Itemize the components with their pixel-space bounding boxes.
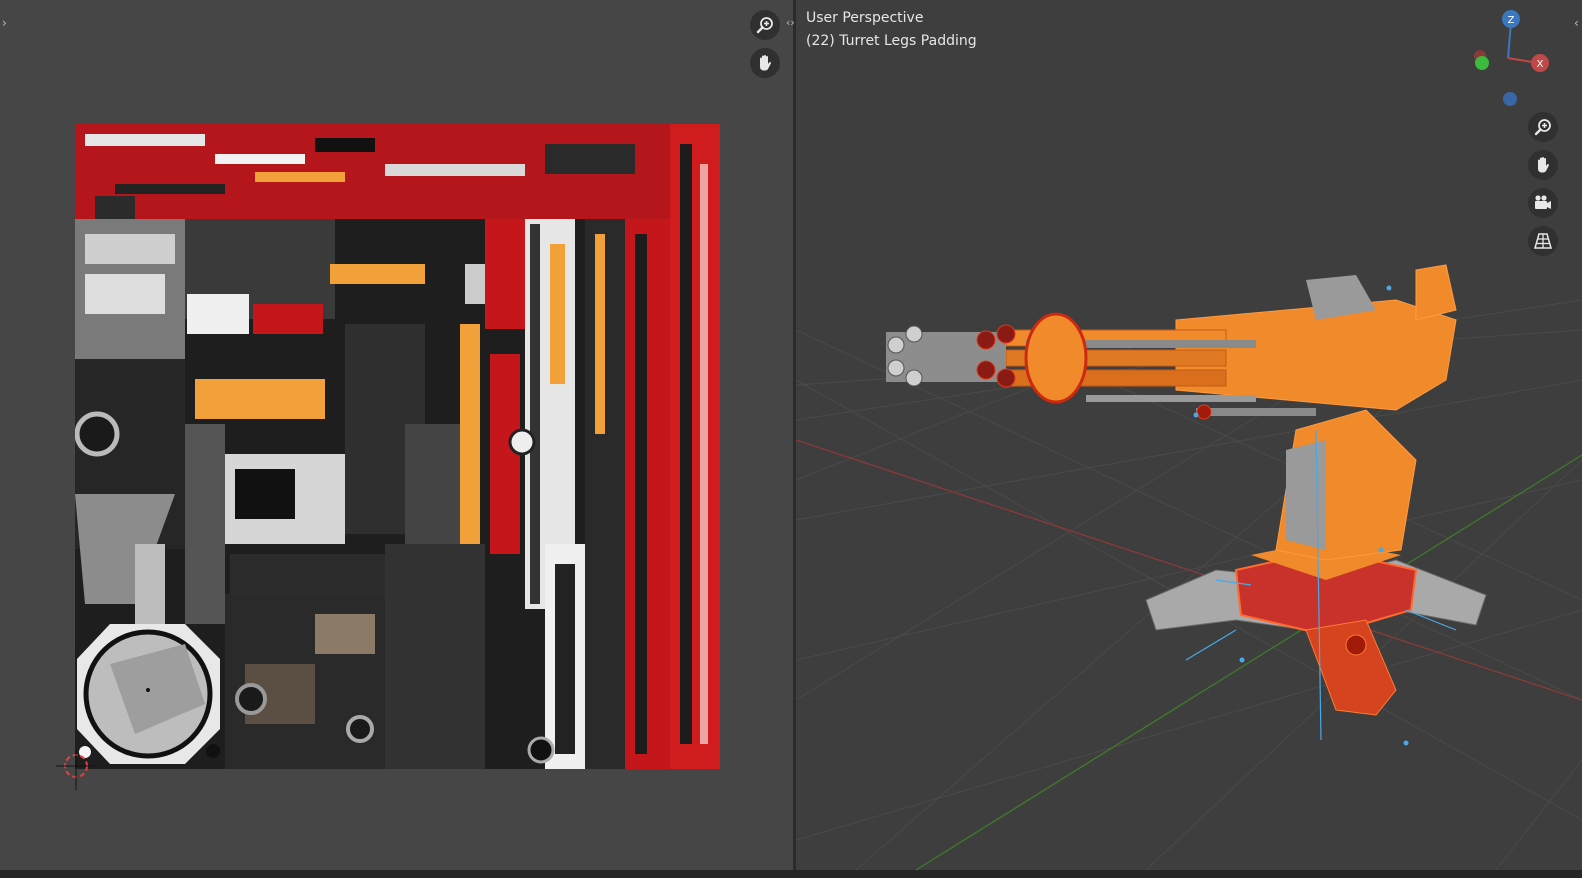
status-strip <box>0 870 1582 878</box>
camera-icon <box>1535 195 1551 209</box>
zoom-button[interactable] <box>750 10 780 40</box>
y-axis-handle[interactable] <box>1475 56 1489 70</box>
uv-editor[interactable]: › <box>0 0 793 870</box>
hand-icon <box>1538 157 1549 173</box>
view-name-label: User Perspective <box>806 10 924 26</box>
svg-text:X: X <box>1537 59 1544 70</box>
navigation-gizmo[interactable]: Z X <box>1468 8 1573 113</box>
viewport-zoom-button[interactable] <box>1528 112 1558 142</box>
object-info-label: (22) Turret Legs Padding <box>806 33 977 49</box>
x-axis-handle[interactable]: X <box>1531 54 1549 72</box>
viewport-pan-button[interactable] <box>1528 150 1558 180</box>
blender-window: › ‹› User Perspective (22) Turret Legs P… <box>0 0 1582 878</box>
magnifier-plus-icon <box>756 17 773 34</box>
perspective-toggle-button[interactable] <box>1528 226 1558 256</box>
area-join-arrows-icon[interactable]: ‹› <box>786 16 795 29</box>
toolbar-expand-icon[interactable]: › <box>2 16 7 30</box>
magnifier-plus-icon <box>1534 119 1551 136</box>
camera-view-button[interactable] <box>1528 188 1558 218</box>
2d-cursor-icon[interactable] <box>56 750 96 790</box>
turret-model[interactable] <box>856 250 1576 770</box>
grid-perspective-icon <box>1534 233 1552 249</box>
uv-texture-atlas[interactable] <box>75 124 720 769</box>
z-axis-handle[interactable]: Z <box>1502 10 1520 28</box>
3d-viewport[interactable]: User Perspective (22) Turret Legs Paddin… <box>796 0 1582 870</box>
pan-button[interactable] <box>750 48 780 78</box>
sidebar-expand-icon[interactable]: ‹ <box>1574 16 1579 30</box>
hand-icon <box>760 55 771 71</box>
neg-z-axis-handle[interactable] <box>1503 92 1517 106</box>
svg-text:Z: Z <box>1508 15 1515 26</box>
